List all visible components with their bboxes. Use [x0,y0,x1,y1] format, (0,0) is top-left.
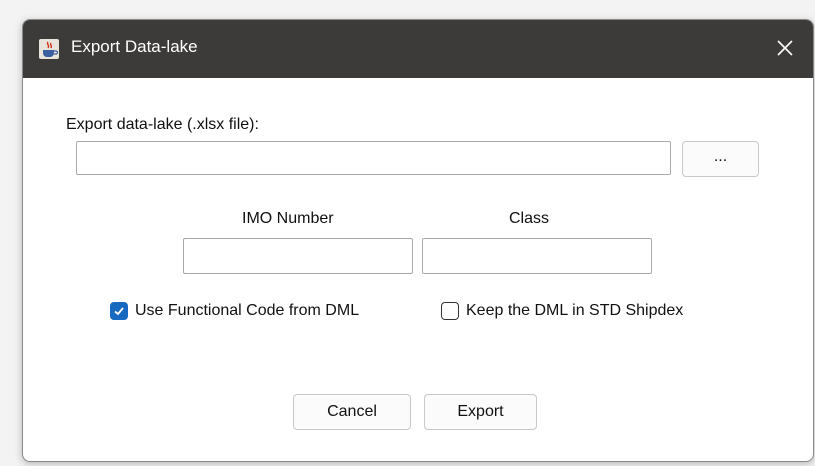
checkbox-unchecked-icon[interactable] [441,302,459,320]
export-path-input[interactable] [76,141,671,175]
imo-number-input[interactable] [183,238,413,274]
use-functional-code-label: Use Functional Code from DML [135,302,360,319]
keep-dml-label: Keep the DML in STD Shipdex [466,302,684,319]
close-icon[interactable] [769,32,801,64]
keep-dml-checkbox[interactable]: Keep the DML in STD Shipdex [441,302,683,320]
use-functional-code-checkbox[interactable]: Use Functional Code from DML [110,302,359,320]
class-input[interactable] [422,238,652,274]
browse-button[interactable]: ... [682,141,759,177]
title-bar[interactable]: Export Data-lake [23,20,813,78]
imo-number-label: IMO Number [242,210,334,227]
class-label: Class [509,210,550,227]
cancel-button[interactable]: Cancel [293,394,411,430]
window-title: Export Data-lake [71,37,198,56]
export-dialog: Export Data-lake Export data-lake (.xlsx… [22,19,814,462]
checkbox-checked-icon[interactable] [110,302,128,320]
export-path-label: Export data-lake (.xlsx file): [66,116,259,133]
export-button[interactable]: Export [424,394,537,430]
java-cup-icon [39,39,59,59]
